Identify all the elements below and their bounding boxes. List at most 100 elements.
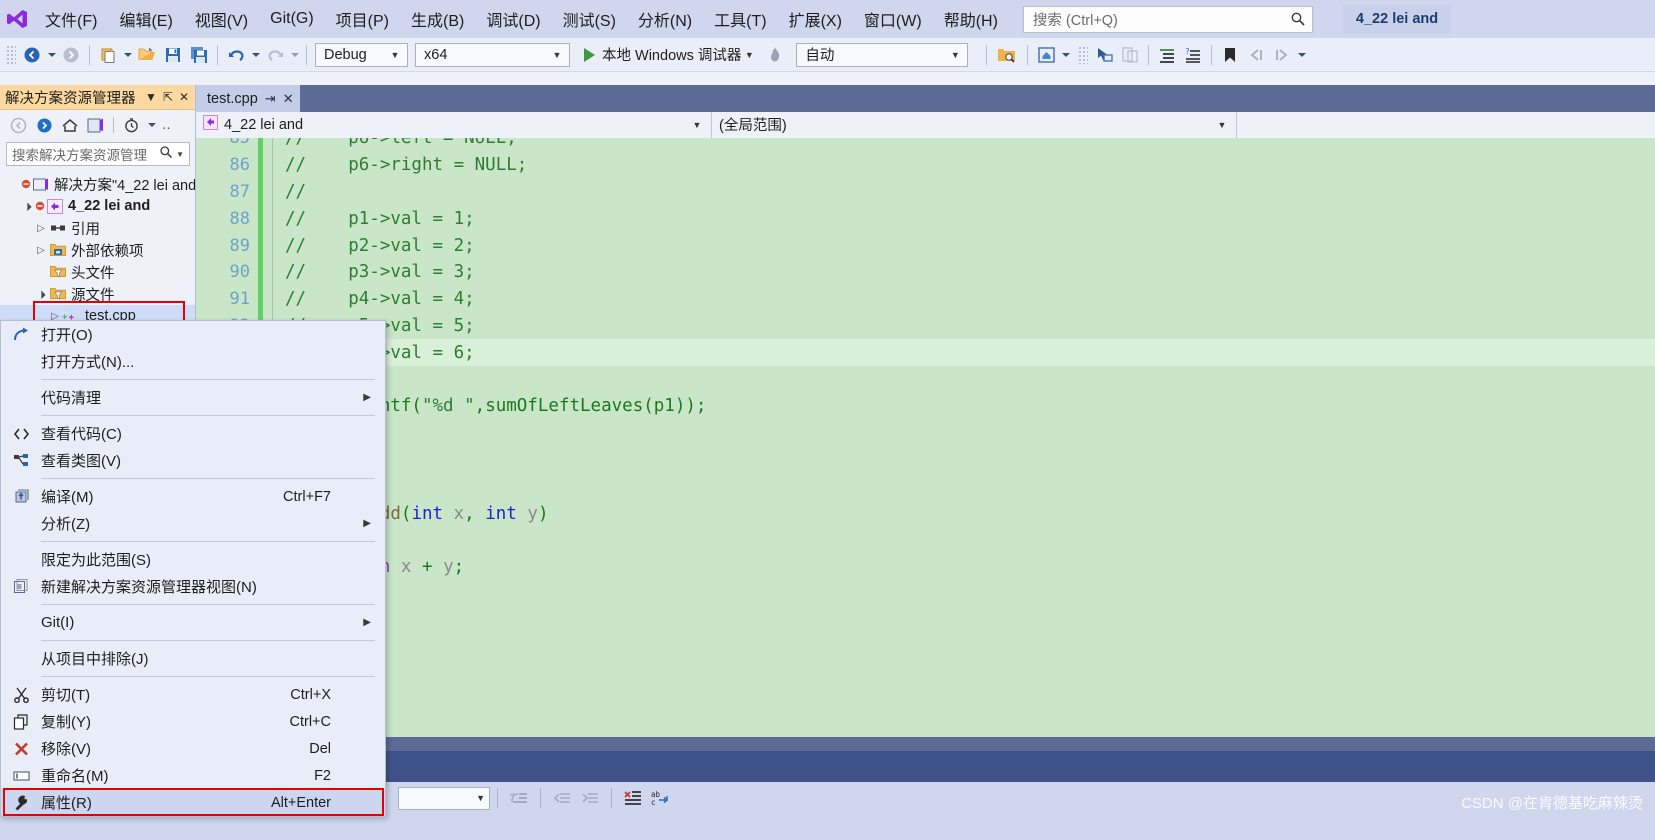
format-document-icon[interactable]: ↵ <box>505 785 533 811</box>
context-menu-item-3[interactable]: 查看代码(C) <box>1 420 385 447</box>
tree-node-3[interactable]: 外部依赖项 <box>0 239 195 261</box>
menu-item-8[interactable]: 分析(N) <box>627 0 703 38</box>
code-line[interactable]: 102 <box>196 581 1655 608</box>
code-editor[interactable]: 85 // p6->left = NULL; 86 // p6->right = NU… <box>196 138 1655 790</box>
new-project-dropdown-icon[interactable] <box>121 42 134 68</box>
tree-node-4[interactable]: 头文件 <box>0 261 195 283</box>
next-bookmark-icon[interactable] <box>1269 42 1295 68</box>
code-line[interactable]: 92// p5->val = 5; <box>196 312 1655 340</box>
tree-node-1[interactable]: 4_22 lei and <box>0 195 195 217</box>
configuration-combo[interactable]: Debug ▼ <box>315 42 408 67</box>
overflow-dots-icon[interactable]: ‥ <box>160 117 171 133</box>
solution-search-input[interactable]: 搜索解决方案资源管理 <box>12 144 159 164</box>
project-title-tab[interactable]: 4_22 lei and <box>1342 5 1452 33</box>
live-share-home-icon[interactable] <box>1033 42 1059 68</box>
code-line[interactable]: 89 // p2->val = 2; <box>196 232 1655 259</box>
member-list-combo[interactable] <box>1237 111 1655 138</box>
menu-item-3[interactable]: Git(G) <box>259 0 325 38</box>
context-menu-item-4[interactable]: 查看类图(V) <box>1 447 385 474</box>
menu-item-5[interactable]: 生成(B) <box>400 0 475 38</box>
new-project-icon[interactable] <box>95 42 121 68</box>
menu-item-9[interactable]: 工具(T) <box>703 0 777 38</box>
comment-lines-icon[interactable] <box>1154 42 1180 68</box>
close-icon[interactable]: ✕ <box>283 91 294 107</box>
context-menu-item-11[interactable]: 剪切(T) Ctrl+X <box>1 681 385 708</box>
menu-item-11[interactable]: 窗口(W) <box>853 0 933 38</box>
tree-twisty-icon[interactable] <box>34 289 48 299</box>
code-line[interactable]: 86 // p6->right = NULL; <box>196 151 1655 179</box>
platform-combo[interactable]: x64 ▼ <box>415 42 570 67</box>
save-all-icon[interactable] <box>186 42 212 68</box>
solution-view-icon[interactable] <box>84 113 108 137</box>
nav-forward-icon[interactable] <box>32 113 56 137</box>
undo-dropdown-icon[interactable] <box>249 42 262 68</box>
member-scope-combo[interactable]: (全局范围) ▼ <box>712 111 1237 138</box>
context-menu-item-10[interactable]: 从项目中排除(J) <box>1 645 385 672</box>
code-line[interactable]: 96 <box>196 420 1655 447</box>
open-file-icon[interactable] <box>134 42 160 68</box>
home-icon[interactable] <box>58 113 82 137</box>
code-line[interactable]: 98 <box>196 473 1655 500</box>
context-menu-item-14[interactable]: 重命名(M) F2 <box>1 762 385 789</box>
pin-icon[interactable]: ⇱ <box>160 90 176 104</box>
search-input[interactable]: 搜索 (Ctrl+Q) <box>1033 9 1290 30</box>
tree-twisty-icon[interactable] <box>20 201 34 211</box>
save-icon[interactable] <box>160 42 186 68</box>
undo-icon[interactable] <box>223 42 249 68</box>
chevron-down-icon[interactable]: ▼ <box>173 150 187 159</box>
menu-item-12[interactable]: 帮助(H) <box>933 0 1009 38</box>
menu-item-1[interactable]: 编辑(E) <box>108 0 183 38</box>
auto-combo[interactable]: 自动 ▼ <box>796 42 969 67</box>
context-menu-item-2[interactable]: 代码清理 ▶ <box>1 384 385 411</box>
close-icon[interactable]: ✕ <box>176 90 192 104</box>
pin-icon[interactable]: ⇥ <box>265 91 276 107</box>
start-debugging-button[interactable]: 本地 Windows 调试器 ▼ <box>579 42 762 68</box>
chevron-down-icon[interactable] <box>1059 42 1072 68</box>
previous-bookmark-icon[interactable] <box>1243 42 1269 68</box>
context-menu-item-1[interactable]: 打开方式(N)... <box>1 348 385 375</box>
toolbar-overflow-icon[interactable] <box>1295 42 1308 68</box>
tree-twisty-icon[interactable] <box>34 223 48 234</box>
solution-search-box[interactable]: 搜索解决方案资源管理 ▼ <box>6 142 190 166</box>
code-line[interactable]: 105 <box>196 661 1655 688</box>
code-line[interactable]: 106 <box>196 688 1655 715</box>
context-menu-item-15[interactable]: 属性(R) Alt+Enter <box>1 789 385 816</box>
code-line[interactable]: 94 <box>196 366 1655 393</box>
code-line[interactable]: 91 // p4->val = 4; <box>196 285 1655 313</box>
code-line[interactable]: 85 // p6->left = NULL; <box>196 138 1655 152</box>
chevron-down-icon[interactable]: ▼ <box>142 90 160 104</box>
tab-test-cpp[interactable]: test.cpp ⇥ ✕ <box>196 85 300 112</box>
increase-indent-icon[interactable] <box>576 785 604 811</box>
search-in-folder-icon[interactable] <box>992 42 1022 68</box>
toggle-word-wrap-icon[interactable]: ab c <box>647 785 675 811</box>
tree-twisty-icon[interactable] <box>34 245 48 256</box>
context-menu-item-7[interactable]: 限定为此范围(S) <box>1 546 385 573</box>
window-layout-icon[interactable] <box>1117 42 1143 68</box>
code-line[interactable]: 90 // p3->val = 3; <box>196 258 1655 286</box>
context-menu-item-13[interactable]: 移除(V) Del <box>1 735 385 762</box>
navigate-back-dropdown-icon[interactable] <box>45 42 58 68</box>
navigate-forward-icon[interactable] <box>58 42 84 68</box>
code-line[interactable]: 97 <box>196 447 1655 474</box>
nav-back-icon[interactable] <box>6 113 30 137</box>
context-menu-item-5[interactable]: 编译(M) Ctrl+F7 <box>1 483 385 510</box>
menu-item-7[interactable]: 测试(S) <box>552 0 627 38</box>
redo-icon[interactable] <box>262 42 288 68</box>
code-line[interactable]: 87 // <box>196 178 1655 206</box>
context-menu-item-8[interactable]: 新建解决方案资源管理器视图(N) <box>1 573 385 600</box>
context-menu-item-0[interactable]: 打开(O) <box>1 321 385 348</box>
search-box[interactable]: 搜索 (Ctrl+Q) <box>1022 5 1313 33</box>
code-line[interactable]: 103 <box>196 607 1655 634</box>
menu-item-0[interactable]: 文件(F) <box>34 0 108 38</box>
code-line[interactable]: 101 return x + y; <box>196 554 1655 581</box>
context-menu-item-6[interactable]: 分析(Z) ▶ <box>1 510 385 537</box>
code-line[interactable]: 88 // p1->val = 1; <box>196 205 1655 233</box>
code-line[interactable]: 104main() <box>196 634 1655 661</box>
uncomment-lines-icon[interactable]: ? <box>1180 42 1206 68</box>
context-menu-item-12[interactable]: 复制(Y) Ctrl+C <box>1 708 385 735</box>
menu-item-6[interactable]: 调试(D) <box>475 0 551 38</box>
comment-selection-icon[interactable] <box>619 785 647 811</box>
bottom-combo[interactable]: ▼ <box>398 786 490 810</box>
pointer-window-icon[interactable] <box>1091 42 1117 68</box>
code-line[interactable]: 99ine int Add(int x, int y) <box>196 500 1655 527</box>
